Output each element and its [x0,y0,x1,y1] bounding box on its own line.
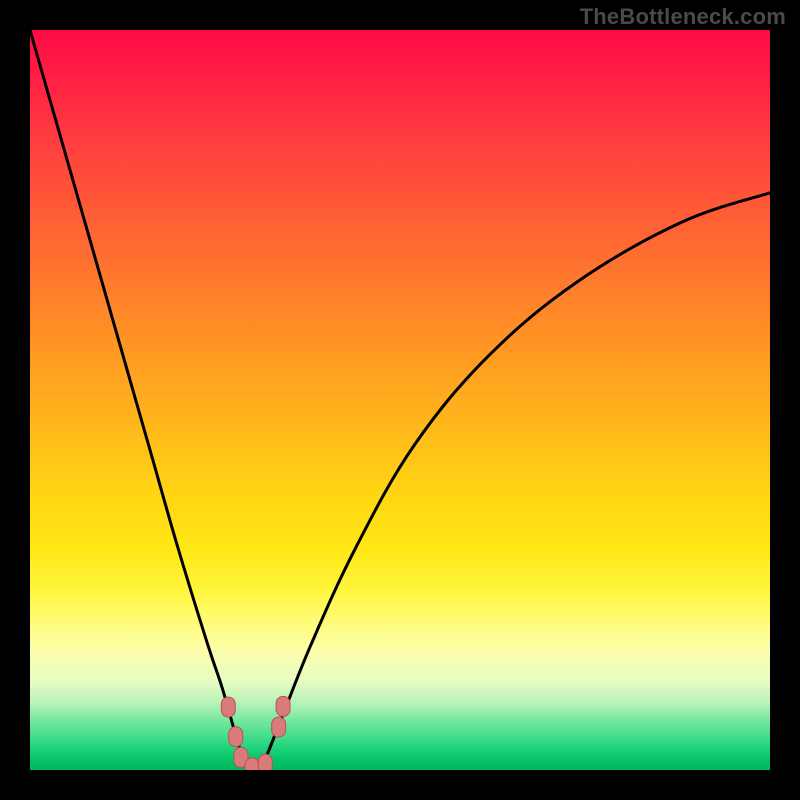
curve-marker [272,717,286,737]
curve-marker [221,697,235,717]
curve-marker [229,727,243,747]
curve-marker [258,754,272,770]
watermark-text: TheBottleneck.com [580,4,786,30]
bottleneck-curve [30,30,770,770]
curve-marker [276,696,290,716]
curve-marker [245,758,259,770]
chart-frame: TheBottleneck.com [0,0,800,800]
curve-layer [30,30,770,770]
plot-area [30,30,770,770]
